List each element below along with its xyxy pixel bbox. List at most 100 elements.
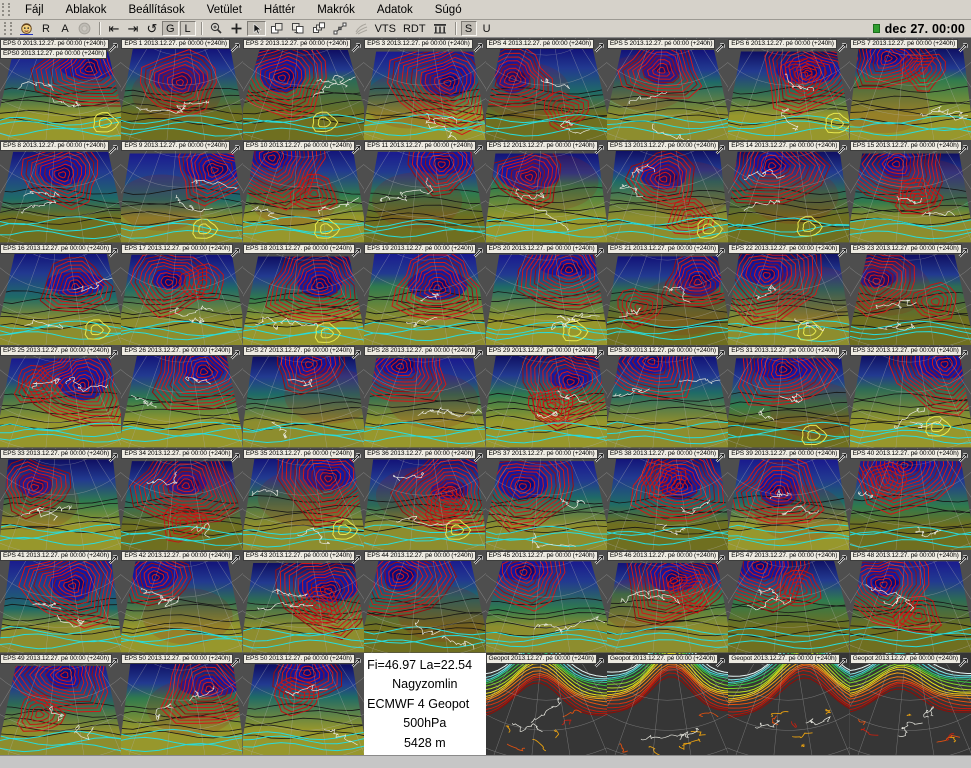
map-panel-eps-5[interactable]: EPS 5 2013.12.27. pé 00:00 (+240h) bbox=[607, 38, 728, 140]
rdt-button[interactable]: RDT bbox=[400, 21, 429, 36]
map-panel-eps-39[interactable]: EPS 39 2013.12.27. pé 00:00 (+240h) bbox=[728, 448, 849, 550]
pointer-icon[interactable] bbox=[247, 21, 266, 36]
panel-maximize-icon[interactable] bbox=[108, 40, 119, 51]
map-panel-eps-34[interactable]: EPS 34 2013.12.27. pé 00:00 (+240h) bbox=[121, 448, 242, 550]
panel-title: EPS 41 2013.12.27. pé 00:00 (+240h) bbox=[0, 551, 112, 561]
step-last-icon[interactable]: ⇥ bbox=[124, 21, 142, 36]
panel-maximize-icon[interactable] bbox=[351, 40, 362, 51]
loop-icon[interactable]: ↺ bbox=[143, 21, 161, 36]
menu-ablakok[interactable]: Ablakok bbox=[55, 4, 118, 16]
record-icon[interactable] bbox=[75, 21, 94, 36]
panel-maximize-icon[interactable] bbox=[837, 40, 848, 51]
map-panel-eps-28[interactable]: EPS 28 2013.12.27. pé 00:00 (+240h) bbox=[364, 345, 485, 447]
map-panel-eps-14[interactable]: EPS 14 2013.12.27. pé 00:00 (+240h) bbox=[728, 140, 849, 242]
pan-icon[interactable] bbox=[227, 21, 246, 36]
map-panel-eps-38[interactable]: EPS 38 2013.12.27. pé 00:00 (+240h) bbox=[607, 448, 728, 550]
map-panel-eps-23[interactable]: EPS 23 2013.12.27. pé 00:00 (+240h) bbox=[850, 243, 971, 345]
panel-maximize-icon[interactable] bbox=[594, 40, 605, 51]
map-panel-eps-32[interactable]: EPS 32 2013.12.27. pé 00:00 (+240h) bbox=[850, 345, 971, 447]
map-panel-eps-21[interactable]: EPS 21 2013.12.27. pé 00:00 (+240h) bbox=[607, 243, 728, 345]
map-panel-eps-46[interactable]: EPS 46 2013.12.27. pé 00:00 (+240h) bbox=[607, 550, 728, 652]
user-icon[interactable] bbox=[17, 21, 36, 36]
panel-maximize-icon[interactable] bbox=[108, 142, 119, 153]
map-panel-geopot[interactable]: Geopot 2013.12.27. pé 00:00 (+240h) bbox=[850, 653, 971, 755]
map-panel-eps-30[interactable]: EPS 30 2013.12.27. pé 00:00 (+240h) bbox=[607, 345, 728, 447]
map-panel-eps-20[interactable]: EPS 20 2013.12.27. pé 00:00 (+240h) bbox=[486, 243, 607, 345]
map-panel-eps-22[interactable]: EPS 22 2013.12.27. pé 00:00 (+240h) bbox=[728, 243, 849, 345]
map-panel-eps-26[interactable]: EPS 26 2013.12.27. pé 00:00 (+240h) bbox=[121, 345, 242, 447]
map-panel-eps-6[interactable]: EPS 6 2013.12.27. pé 00:00 (+240h) bbox=[728, 38, 849, 140]
map-panel-eps-8[interactable]: EPS 8 2013.12.27. pé 00:00 (+240h) bbox=[0, 140, 121, 242]
step-first-icon[interactable]: ⇤ bbox=[105, 21, 123, 36]
map-panel-eps-27[interactable]: EPS 27 2013.12.27. pé 00:00 (+240h) bbox=[243, 345, 364, 447]
multiline-icon[interactable] bbox=[351, 21, 371, 36]
map-panel-eps-29[interactable]: EPS 29 2013.12.27. pé 00:00 (+240h) bbox=[486, 345, 607, 447]
map-panel-eps-40[interactable]: EPS 40 2013.12.27. pé 00:00 (+240h) bbox=[850, 448, 971, 550]
map-panel-eps-42[interactable]: EPS 42 2013.12.27. pé 00:00 (+240h) bbox=[121, 550, 242, 652]
map-panel-eps-19[interactable]: EPS 19 2013.12.27. pé 00:00 (+240h) bbox=[364, 243, 485, 345]
menubar-grip[interactable] bbox=[2, 3, 10, 16]
map-panel-eps-3[interactable]: EPS 3 2013.12.27. pé 00:00 (+240h) bbox=[364, 38, 485, 140]
toolbar-grip[interactable] bbox=[4, 22, 12, 35]
map-panel-geopot[interactable]: Geopot 2013.12.27. pé 00:00 (+240h) bbox=[607, 653, 728, 755]
panel-maximize-icon[interactable] bbox=[230, 142, 241, 153]
l-toggle[interactable]: L bbox=[180, 21, 196, 36]
polyline-icon[interactable] bbox=[330, 21, 350, 36]
s-toggle[interactable]: S bbox=[461, 21, 477, 36]
map-panel-eps-13[interactable]: EPS 13 2013.12.27. pé 00:00 (+240h) bbox=[607, 140, 728, 242]
map-art bbox=[121, 448, 242, 550]
map-panel-eps-4[interactable]: EPS 4 2013.12.27. pé 00:00 (+240h) bbox=[486, 38, 607, 140]
copy-window-icon[interactable] bbox=[267, 21, 287, 36]
map-panel-eps-45[interactable]: EPS 45 2013.12.27. pé 00:00 (+240h) bbox=[486, 550, 607, 652]
map-panel-eps-37[interactable]: EPS 37 2013.12.27. pé 00:00 (+240h) bbox=[486, 448, 607, 550]
map-panel-eps-48[interactable]: EPS 48 2013.12.27. pé 00:00 (+240h) bbox=[850, 550, 971, 652]
map-panel-geopot[interactable]: Geopot 2013.12.27. pé 00:00 (+240h) bbox=[486, 653, 607, 755]
menu-hatter[interactable]: Háttér bbox=[253, 4, 306, 16]
menu-sugo[interactable]: Súgó bbox=[424, 4, 473, 16]
panel-maximize-icon[interactable] bbox=[958, 40, 969, 51]
menu-adatok[interactable]: Adatok bbox=[366, 4, 424, 16]
panel-maximize-icon[interactable] bbox=[473, 40, 484, 51]
map-panel-eps-9[interactable]: EPS 9 2013.12.27. pé 00:00 (+240h) bbox=[121, 140, 242, 242]
vts-button[interactable]: VTS bbox=[372, 21, 399, 36]
map-panel-eps-49[interactable]: EPS 49 2013.12.27. pé 00:00 (+240h) bbox=[0, 653, 121, 755]
map-panel-eps-17[interactable]: EPS 17 2013.12.27. pé 00:00 (+240h) bbox=[121, 243, 242, 345]
panel-maximize-icon[interactable] bbox=[715, 40, 726, 51]
r-button[interactable]: R bbox=[37, 21, 55, 36]
map-panel-eps-44[interactable]: EPS 44 2013.12.27. pé 00:00 (+240h) bbox=[364, 550, 485, 652]
map-panel-eps-18[interactable]: EPS 18 2013.12.27. pé 00:00 (+240h) bbox=[243, 243, 364, 345]
map-panel-eps-50[interactable]: EPS 50 2013.12.27. pé 00:00 (+240h) bbox=[243, 653, 364, 755]
map-panel-eps-12[interactable]: EPS 12 2013.12.27. pé 00:00 (+240h) bbox=[486, 140, 607, 242]
map-panel-eps-1[interactable]: EPS 1 2013.12.27. pé 00:00 (+240h) bbox=[121, 38, 242, 140]
u-button[interactable]: U bbox=[478, 21, 496, 36]
menu-vetulet[interactable]: Vetület bbox=[196, 4, 253, 16]
copy-window-2-icon[interactable] bbox=[288, 21, 308, 36]
map-panel-eps-35[interactable]: EPS 35 2013.12.27. pé 00:00 (+240h) bbox=[243, 448, 364, 550]
map-panel-eps-47[interactable]: EPS 47 2013.12.27. pé 00:00 (+240h) bbox=[728, 550, 849, 652]
copy-window-3-icon[interactable] bbox=[309, 21, 329, 36]
map-panel-eps-50[interactable]: EPS 50 2013.12.27. pé 00:00 (+240h) bbox=[121, 653, 242, 755]
menu-makrok[interactable]: Makrók bbox=[306, 4, 366, 16]
map-panel-eps-10[interactable]: EPS 10 2013.12.27. pé 00:00 (+240h) bbox=[243, 140, 364, 242]
map-panel-eps-33[interactable]: EPS 33 2013.12.27. pé 00:00 (+240h) bbox=[0, 448, 121, 550]
map-panel-eps-25[interactable]: EPS 25 2013.12.27. pé 00:00 (+240h) bbox=[0, 345, 121, 447]
map-panel-eps-11[interactable]: EPS 11 2013.12.27. pé 00:00 (+240h) bbox=[364, 140, 485, 242]
map-panel-eps-41[interactable]: EPS 41 2013.12.27. pé 00:00 (+240h) bbox=[0, 550, 121, 652]
g-toggle[interactable]: G bbox=[162, 21, 179, 36]
menu-fajl[interactable]: Fájl bbox=[14, 4, 55, 16]
map-panel-eps-2[interactable]: EPS 2 2013.12.27. pé 00:00 (+240h) bbox=[243, 38, 364, 140]
table-icon[interactable] bbox=[430, 21, 450, 36]
zoom-in-icon[interactable] bbox=[207, 21, 226, 36]
map-panel-eps-0[interactable]: EPS 0 2013.12.27. pé 00:00 (+240h)EPS0 2… bbox=[0, 38, 121, 140]
menu-beallitasok[interactable]: Beállítások bbox=[117, 4, 195, 16]
a-button[interactable]: A bbox=[56, 21, 74, 36]
map-panel-geopot[interactable]: Geopot 2013.12.27. pé 00:00 (+240h) bbox=[728, 653, 849, 755]
panel-title: EPS 0 2013.12.27. pé 00:00 (+240h) bbox=[0, 39, 109, 49]
map-panel-eps-36[interactable]: EPS 36 2013.12.27. pé 00:00 (+240h) bbox=[364, 448, 485, 550]
panel-maximize-icon[interactable] bbox=[230, 40, 241, 51]
map-panel-eps-15[interactable]: EPS 15 2013.12.27. pé 00:00 (+240h) bbox=[850, 140, 971, 242]
map-panel-eps-43[interactable]: EPS 43 2013.12.27. pé 00:00 (+240h) bbox=[243, 550, 364, 652]
map-panel-eps-31[interactable]: EPS 31 2013.12.27. pé 00:00 (+240h) bbox=[728, 345, 849, 447]
map-panel-eps-7[interactable]: EPS 7 2013.12.27. pé 00:00 (+240h) bbox=[850, 38, 971, 140]
map-panel-eps-16[interactable]: EPS 16 2013.12.27. pé 00:00 (+240h) bbox=[0, 243, 121, 345]
